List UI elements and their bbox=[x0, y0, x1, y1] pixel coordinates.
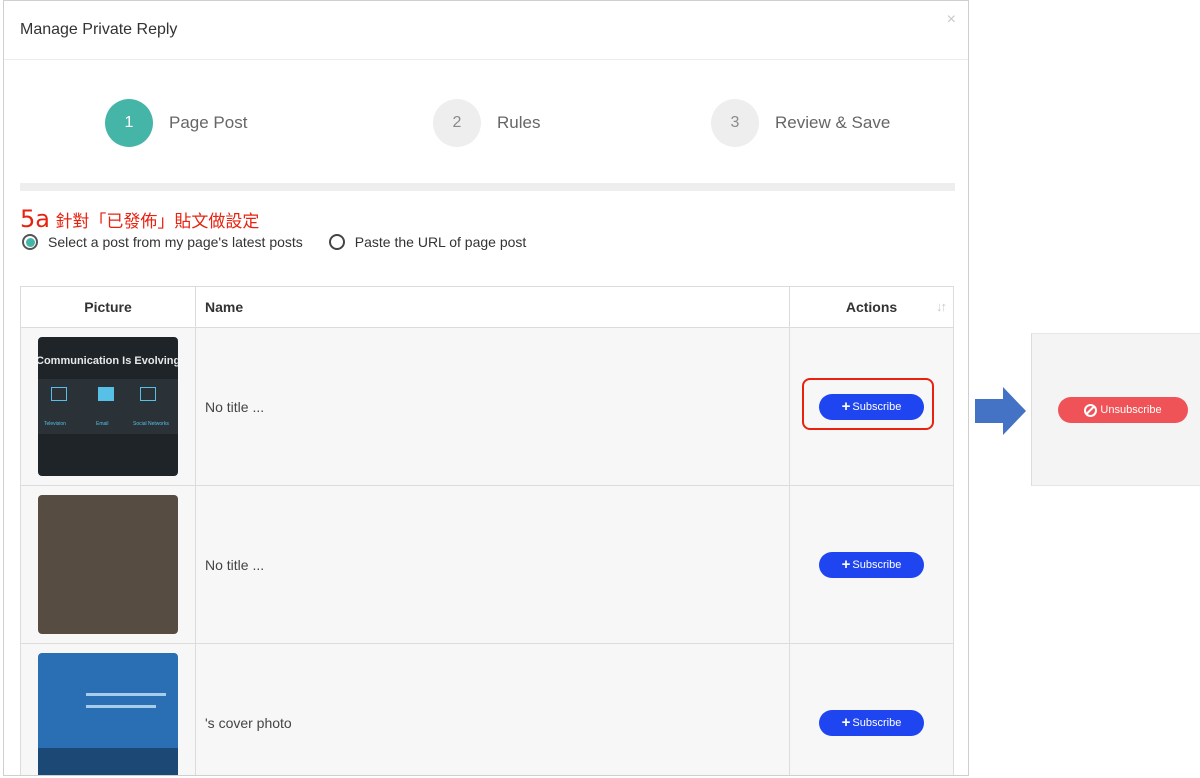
step-number-1: 1 bbox=[105, 99, 153, 147]
post-thumbnail: Communication Is Evolving Television Ema… bbox=[38, 337, 178, 476]
thumbnail-label: Social Networks bbox=[133, 421, 169, 427]
header-picture: Picture bbox=[21, 287, 196, 327]
social-icon bbox=[140, 387, 156, 401]
table-row: No title ... + Subscribe bbox=[21, 486, 953, 644]
step-number-3: 3 bbox=[711, 99, 759, 147]
post-source-options: Select a post from my page's latest post… bbox=[22, 234, 552, 250]
post-thumbnail bbox=[38, 653, 178, 775]
manage-private-reply-modal: Manage Private Reply × 1 Page Post 2 Rul… bbox=[3, 0, 969, 776]
picture-cell bbox=[21, 644, 196, 775]
step-number-2: 2 bbox=[433, 99, 481, 147]
header-name: Name bbox=[196, 287, 790, 327]
unsubscribe-label: Unsubscribe bbox=[1100, 404, 1162, 416]
radio-latest-posts-label[interactable]: Select a post from my page's latest post… bbox=[48, 234, 303, 250]
thumbnail-label: Email bbox=[96, 421, 109, 427]
step-label-rules: Rules bbox=[497, 113, 541, 132]
posts-table: Picture Name Actions ↓↑ Communication Is… bbox=[20, 286, 954, 775]
modal-header: Manage Private Reply × bbox=[4, 1, 968, 60]
plus-icon: + bbox=[841, 714, 851, 731]
tv-icon bbox=[51, 387, 67, 401]
header-actions: Actions ↓↑ bbox=[790, 287, 953, 327]
annotation-highlight-box bbox=[802, 378, 934, 430]
table-header: Picture Name Actions ↓↑ bbox=[21, 287, 953, 328]
annotation-text: 針對「已發佈」貼文做設定 bbox=[55, 212, 260, 232]
radio-latest-posts[interactable] bbox=[22, 234, 38, 250]
unsubscribe-preview-panel: Unsubscribe bbox=[1031, 333, 1200, 486]
subscribe-label: Subscribe bbox=[852, 558, 902, 571]
plus-icon: + bbox=[841, 556, 851, 573]
step-progress-bar bbox=[20, 183, 955, 191]
annotation-prefix: 5a bbox=[20, 205, 50, 233]
post-name: No title ... bbox=[196, 486, 790, 643]
modal-title: Manage Private Reply bbox=[20, 21, 178, 38]
header-actions-label: Actions bbox=[845, 299, 898, 315]
radio-paste-url[interactable] bbox=[328, 234, 345, 250]
unsubscribe-button[interactable]: Unsubscribe bbox=[1058, 397, 1188, 423]
email-icon bbox=[98, 387, 114, 401]
picture-cell: Communication Is Evolving Television Ema… bbox=[21, 328, 196, 485]
actions-cell: + Subscribe bbox=[790, 486, 953, 643]
subscribe-button[interactable]: + Subscribe bbox=[819, 709, 924, 736]
step-label-page-post: Page Post bbox=[169, 113, 248, 132]
thumbnail-label: Television bbox=[44, 421, 66, 427]
step-rules[interactable]: 2 Rules bbox=[433, 99, 540, 147]
sort-icon[interactable]: ↓↑ bbox=[936, 299, 947, 314]
picture-cell bbox=[21, 486, 196, 643]
post-name: 's cover photo bbox=[196, 644, 790, 775]
step-page-post[interactable]: 1 Page Post bbox=[105, 99, 247, 147]
radio-paste-url-label[interactable]: Paste the URL of page post bbox=[355, 234, 526, 250]
right-arrow-icon bbox=[975, 387, 1026, 435]
step-label-review-save: Review & Save bbox=[775, 113, 891, 132]
close-icon[interactable]: × bbox=[947, 11, 956, 29]
step-review-save[interactable]: 3 Review & Save bbox=[711, 99, 890, 147]
table-row: 's cover photo + Subscribe bbox=[21, 644, 953, 775]
annotation-note: 5a 針對「已發佈」貼文做設定 bbox=[20, 205, 259, 233]
post-name: No title ... bbox=[196, 328, 790, 485]
subscribe-label: Subscribe bbox=[852, 716, 902, 729]
ban-icon bbox=[1084, 403, 1098, 417]
post-thumbnail bbox=[38, 495, 178, 634]
thumbnail-caption: Communication Is Evolving bbox=[38, 355, 178, 367]
actions-cell: + Subscribe bbox=[790, 644, 953, 775]
subscribe-button[interactable]: + Subscribe bbox=[819, 551, 924, 578]
